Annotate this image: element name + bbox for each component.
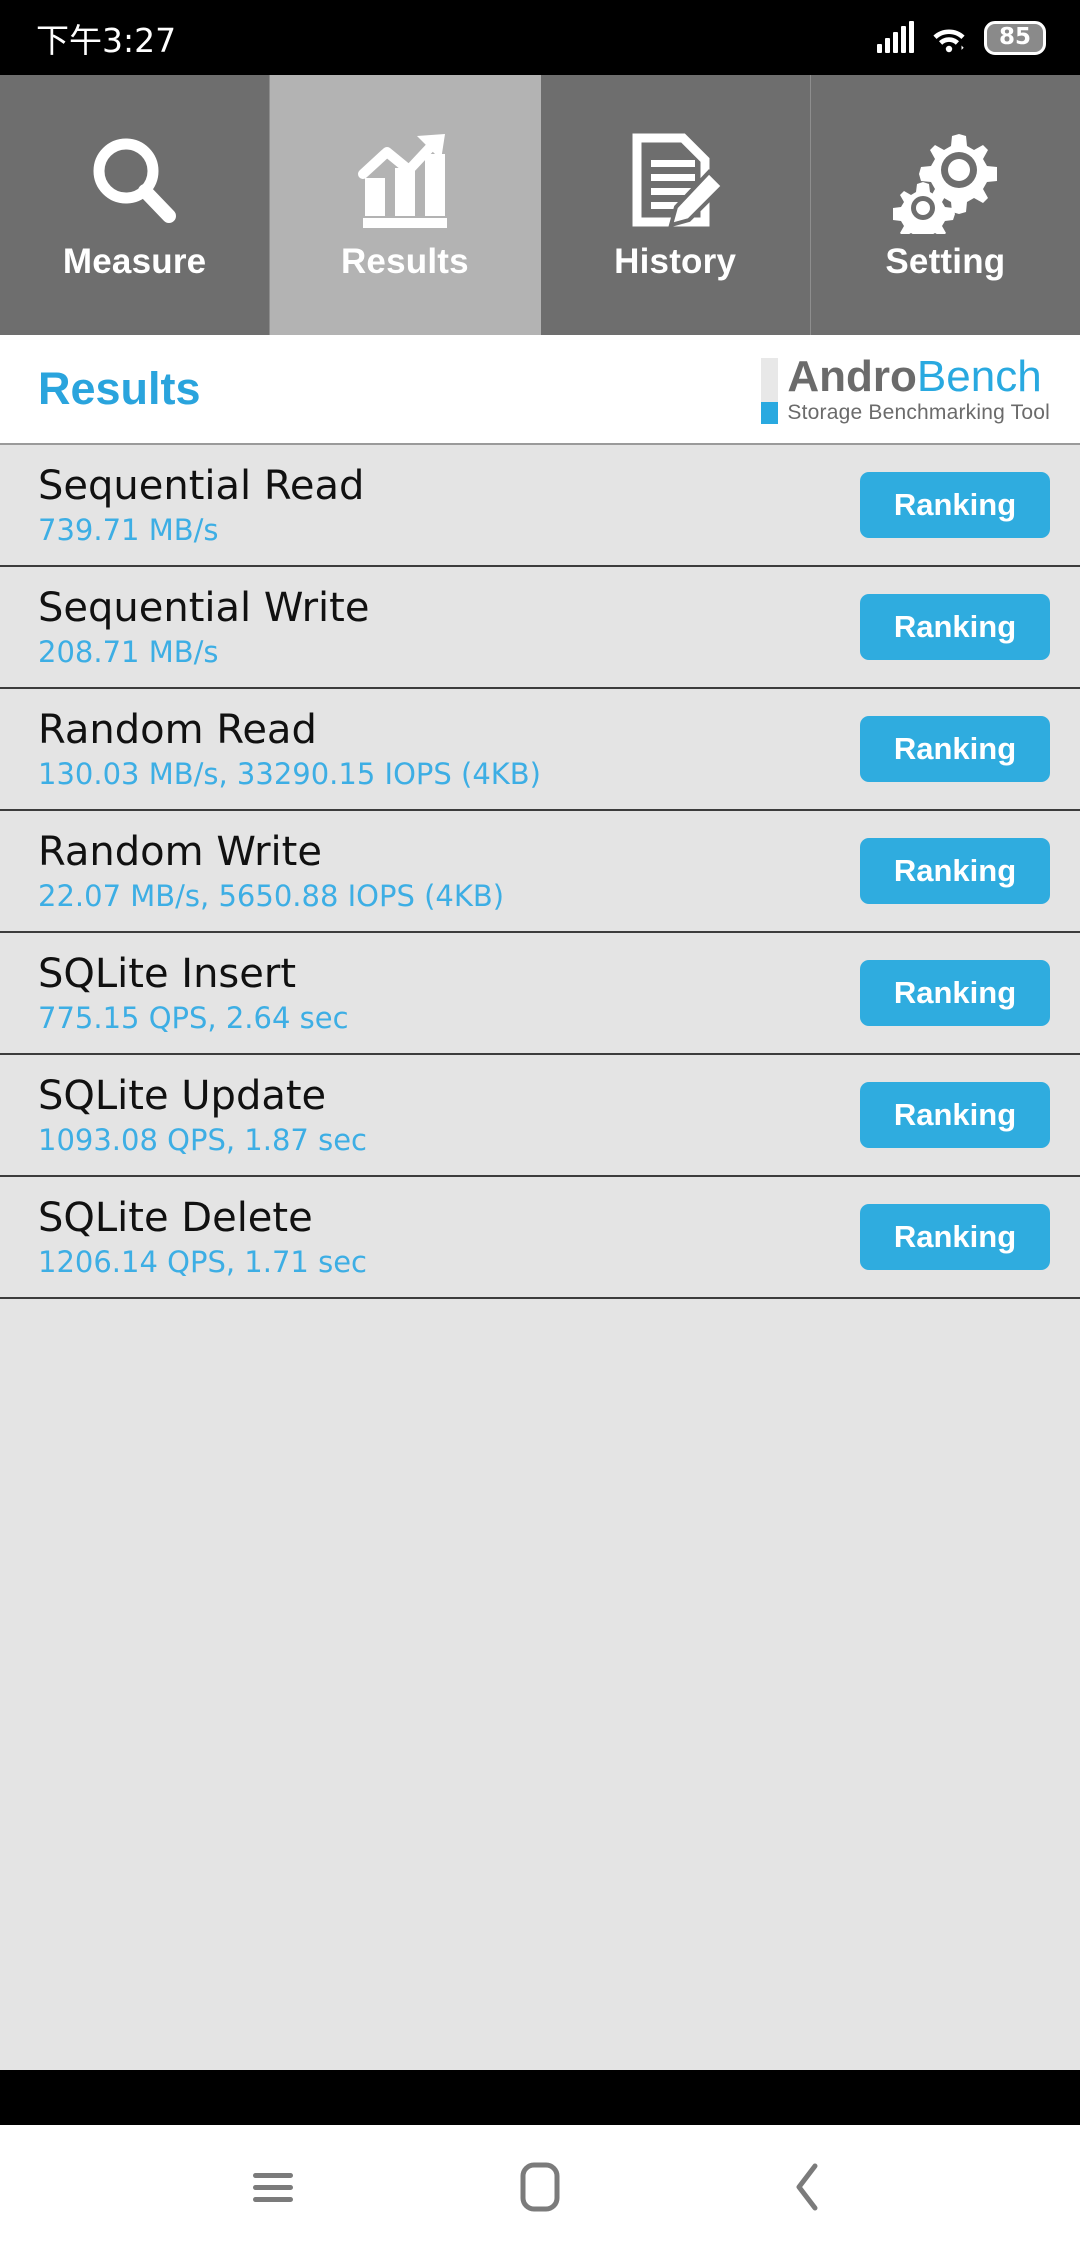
home-square-icon[interactable]	[495, 2142, 585, 2232]
battery-level: 85	[998, 24, 1031, 50]
ranking-button[interactable]: Ranking	[860, 1204, 1050, 1270]
row-texts: SQLite Delete 1206.14 QPS, 1.71 sec	[38, 1194, 367, 1280]
table-row[interactable]: Sequential Read 739.71 MB/s Ranking	[0, 445, 1080, 567]
row-texts: SQLite Insert 775.15 QPS, 2.64 sec	[38, 950, 349, 1036]
result-value: 1206.14 QPS, 1.71 sec	[38, 1245, 367, 1279]
menu-icon[interactable]	[228, 2142, 318, 2232]
ranking-button[interactable]: Ranking	[860, 716, 1050, 782]
results-list: Sequential Read 739.71 MB/s Ranking Sequ…	[0, 445, 1080, 2070]
bottom-black-band	[0, 2070, 1080, 2125]
tab-results-label: Results	[340, 242, 469, 281]
brand-subtitle: Storage Benchmarking Tool	[787, 400, 1050, 424]
result-name: Sequential Write	[38, 585, 370, 631]
brand-secondary: Bench	[916, 351, 1042, 401]
ranking-button[interactable]: Ranking	[860, 960, 1050, 1026]
system-navigation-bar	[0, 2125, 1080, 2248]
result-name: SQLite Delete	[38, 1195, 313, 1241]
result-value: 22.07 MB/s, 5650.88 IOPS (4KB)	[38, 879, 505, 913]
tab-measure[interactable]: Measure	[0, 75, 271, 335]
ranking-button[interactable]: Ranking	[860, 1082, 1050, 1148]
result-name: Random Read	[38, 707, 317, 753]
main-tab-bar: Measure Results History Setting	[0, 75, 1080, 335]
tab-setting-label: Setting	[885, 242, 1006, 281]
battery-icon: 85	[984, 20, 1046, 55]
table-row[interactable]: Random Write 22.07 MB/s, 5650.88 IOPS (4…	[0, 811, 1080, 933]
ranking-button[interactable]: Ranking	[860, 838, 1050, 904]
tab-setting[interactable]: Setting	[810, 75, 1080, 335]
result-name: SQLite Update	[38, 1073, 327, 1119]
magnifier-icon	[83, 128, 187, 236]
row-texts: Random Write 22.07 MB/s, 5650.88 IOPS (4…	[38, 828, 504, 914]
ranking-button[interactable]: Ranking	[860, 594, 1050, 660]
gears-icon	[893, 128, 998, 236]
row-texts: Random Read 130.03 MB/s, 33290.15 IOPS (…	[38, 706, 541, 792]
status-time: 下午3:27	[36, 20, 177, 60]
tab-results[interactable]: Results	[270, 75, 541, 335]
status-bar: 下午3:27 85	[0, 0, 1080, 75]
row-texts: Sequential Read 739.71 MB/s	[38, 462, 364, 548]
table-row[interactable]: SQLite Insert 775.15 QPS, 2.64 sec Ranki…	[0, 933, 1080, 1055]
signal-icon	[877, 20, 914, 53]
tab-history-label: History	[614, 242, 737, 281]
table-row[interactable]: Random Read 130.03 MB/s, 33290.15 IOPS (…	[0, 689, 1080, 811]
table-row[interactable]: SQLite Update 1093.08 QPS, 1.87 sec Rank…	[0, 1055, 1080, 1177]
document-pencil-icon	[623, 128, 727, 236]
tab-history[interactable]: History	[540, 75, 811, 335]
result-value: 130.03 MB/s, 33290.15 IOPS (4KB)	[38, 757, 541, 791]
result-name: Random Write	[38, 829, 322, 875]
logo-bar-icon	[761, 357, 779, 424]
row-texts: Sequential Write 208.71 MB/s	[38, 584, 369, 670]
result-name: SQLite Insert	[38, 951, 297, 997]
tab-measure-label: Measure	[62, 242, 207, 281]
status-icons: 85	[877, 20, 1046, 55]
bar-chart-arrow-icon	[353, 128, 457, 236]
brand-text: AndroBench Storage Benchmarking Tool	[787, 351, 1050, 425]
page-title: Results	[38, 363, 201, 414]
app-header: Results AndroBench Storage Benchmarking …	[0, 335, 1080, 445]
brand-name: AndroBench	[787, 351, 1050, 401]
phone-screen: 下午3:27 85 Measure Results History Settin…	[0, 0, 1080, 2248]
ranking-button[interactable]: Ranking	[860, 472, 1050, 538]
brand-primary: Andro	[787, 351, 917, 401]
androbench-logo: AndroBench Storage Benchmarking Tool	[761, 351, 1050, 425]
table-row[interactable]: Sequential Write 208.71 MB/s Ranking	[0, 567, 1080, 689]
wifi-icon	[933, 29, 965, 52]
result-value: 208.71 MB/s	[38, 635, 219, 669]
back-chevron-icon[interactable]	[762, 2142, 852, 2232]
table-row[interactable]: SQLite Delete 1206.14 QPS, 1.71 sec Rank…	[0, 1177, 1080, 1299]
row-texts: SQLite Update 1093.08 QPS, 1.87 sec	[38, 1072, 367, 1158]
result-value: 739.71 MB/s	[38, 513, 219, 547]
result-name: Sequential Read	[38, 463, 365, 509]
result-value: 775.15 QPS, 2.64 sec	[38, 1001, 349, 1035]
result-value: 1093.08 QPS, 1.87 sec	[38, 1123, 367, 1157]
